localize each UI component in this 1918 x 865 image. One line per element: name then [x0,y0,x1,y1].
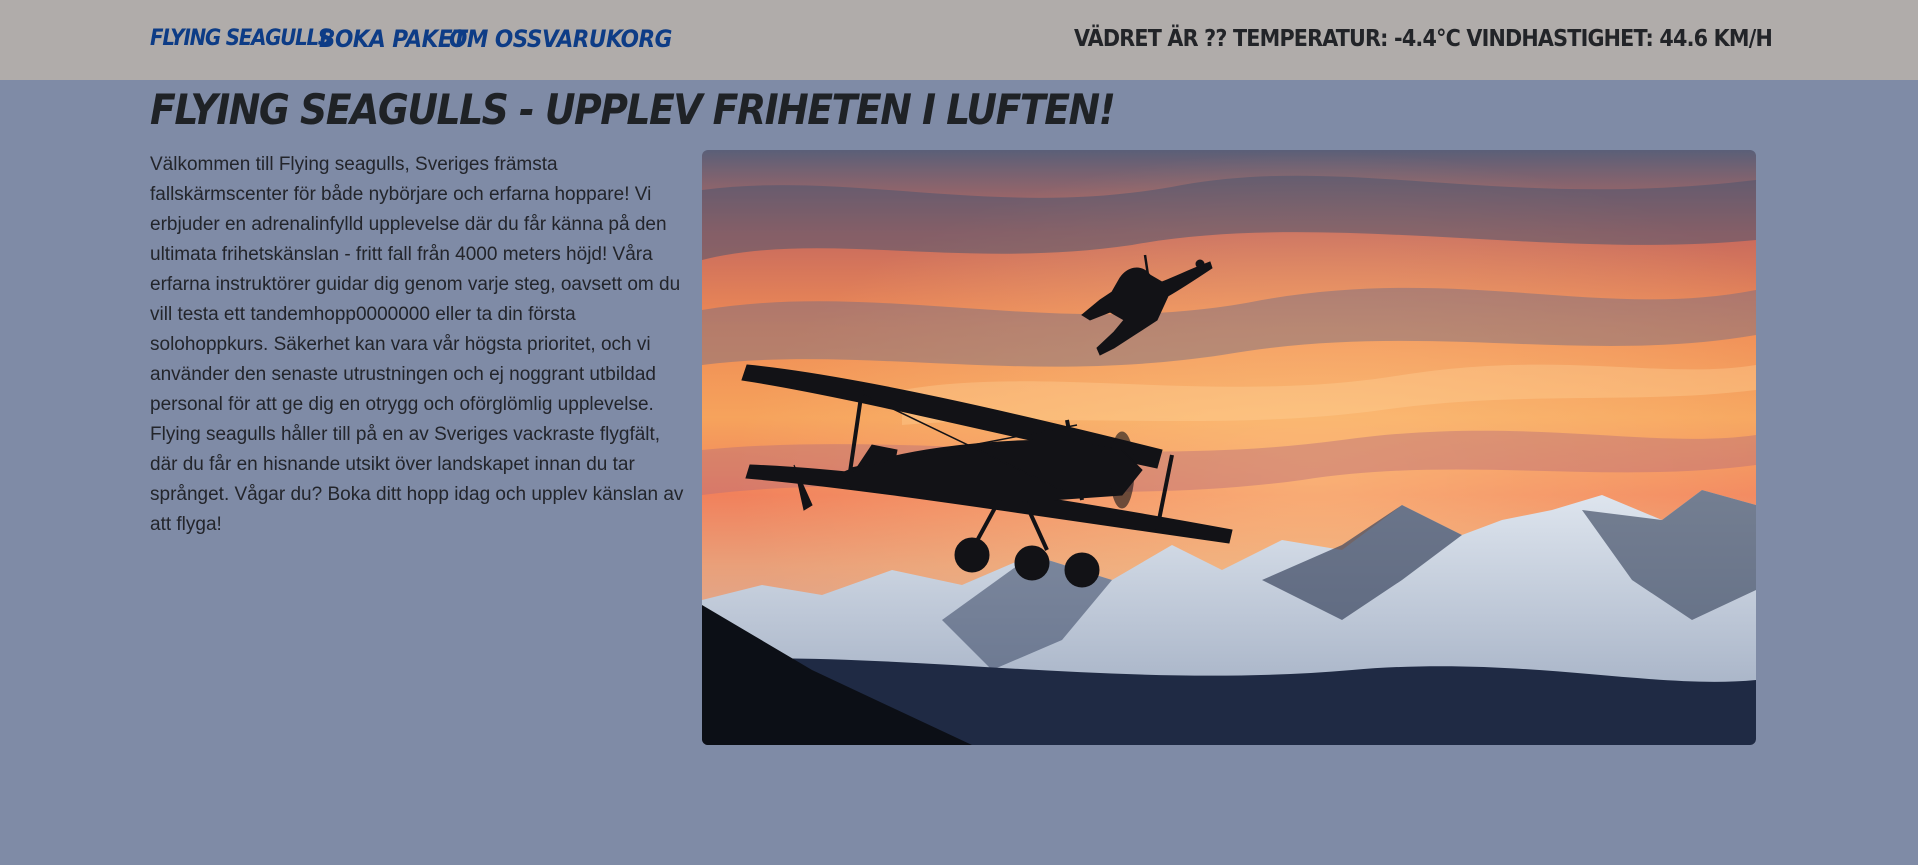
page-title: Flying seagulls - Upplev friheten i luft… [150,85,1116,134]
weather-status: Vädret är ?? Temperatur: -4.4°C Vindhast… [1073,26,1773,52]
navbar: Flying seagulls Boka paket Om oss Varuko… [0,0,1918,80]
nav-link-boka-paket[interactable]: Boka paket [319,20,467,58]
nav-link-om-oss[interactable]: Om oss [449,20,542,58]
nav-link-varukorg[interactable]: Varukorg [542,20,672,58]
intro-paragraph: Välkommen till Flying seagulls, Sveriges… [150,154,684,535]
hero-image [702,150,1756,745]
nav-brand-link[interactable]: Flying seagulls [150,20,332,58]
